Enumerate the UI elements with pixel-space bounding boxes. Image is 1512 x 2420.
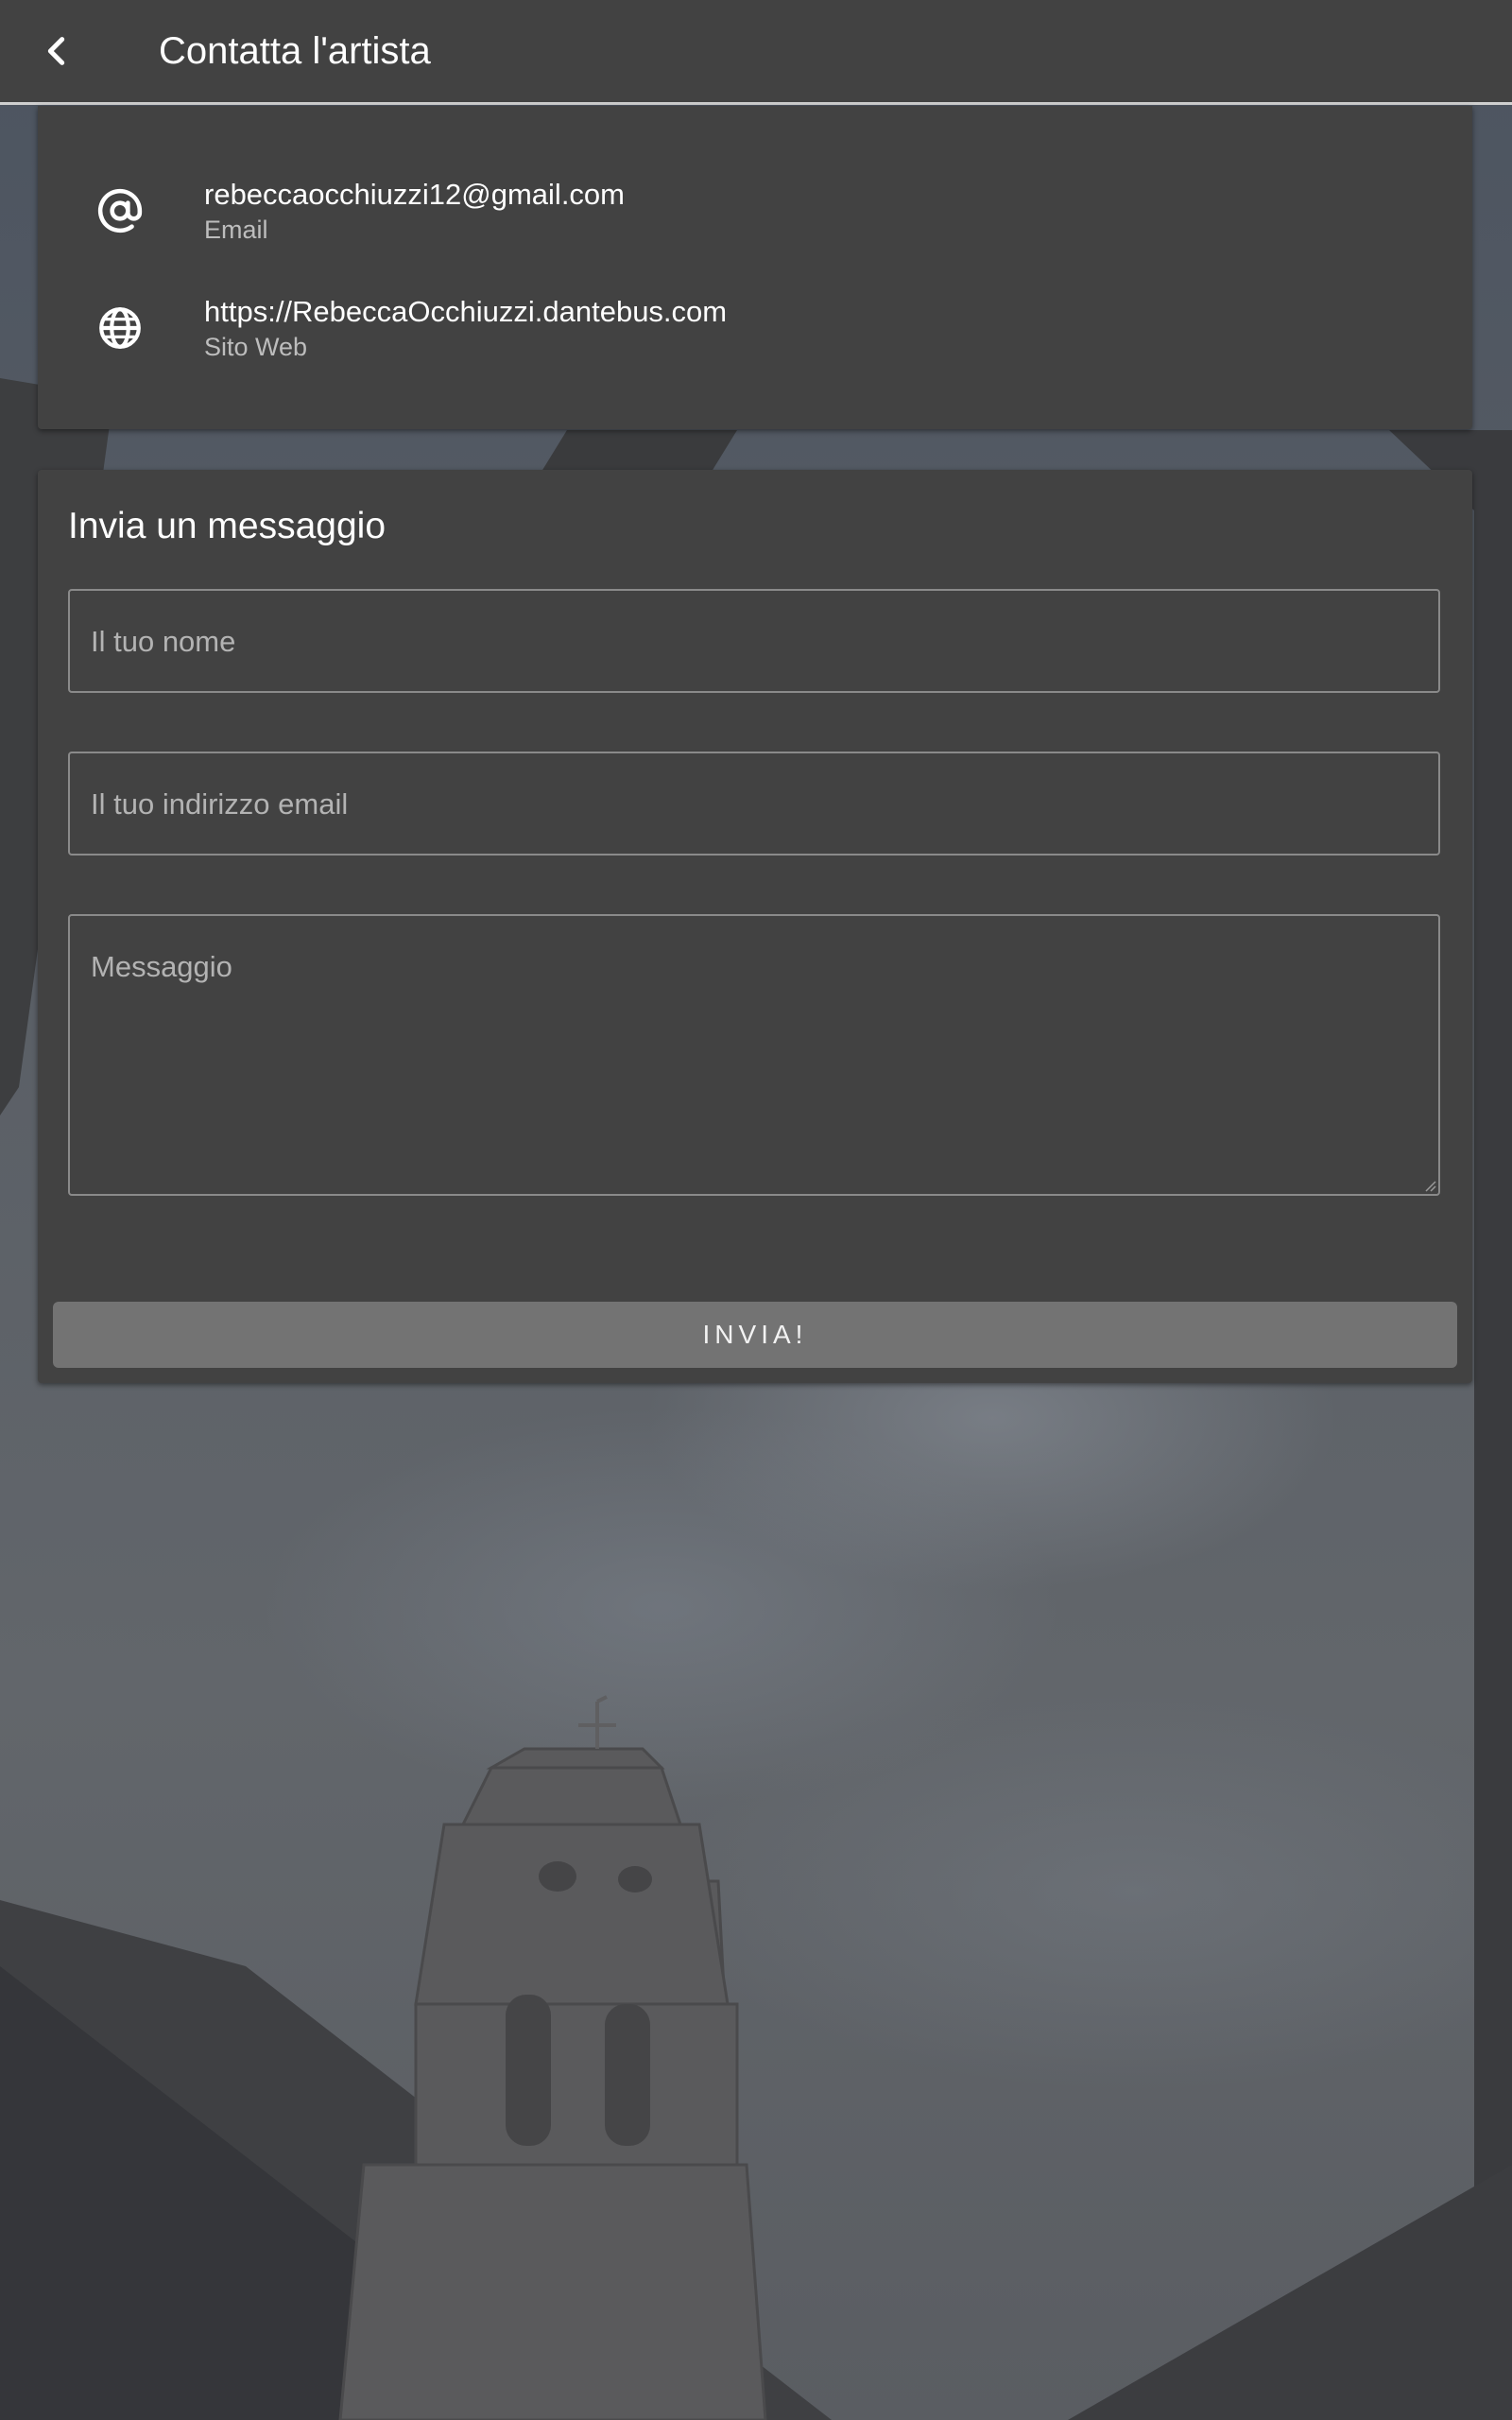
globe-icon: [99, 307, 141, 349]
app-bar: Contatta l'artista: [0, 0, 1512, 105]
form-title: Invia un messaggio: [68, 506, 387, 546]
message-textarea[interactable]: Messaggio: [68, 914, 1440, 1196]
contact-email-row[interactable]: rebeccaocchiuzzi12@gmail.com Email: [38, 178, 1472, 272]
email-input-placeholder: Il tuo indirizzo email: [91, 787, 349, 821]
message-textarea-placeholder: Messaggio: [91, 950, 232, 983]
name-input[interactable]: Il tuo nome: [68, 589, 1440, 693]
contact-info-card: rebeccaocchiuzzi12@gmail.com Email https…: [38, 106, 1472, 429]
contact-website-value[interactable]: https://RebeccaOcchiuzzi.dantebus.com: [204, 295, 727, 329]
contact-email-label: Email: [204, 216, 268, 244]
contact-website-label: Sito Web: [204, 333, 308, 361]
chevron-left-icon: [47, 37, 65, 65]
message-form-card: Invia un messaggio Il tuo nome Il tuo in…: [38, 470, 1472, 1383]
email-input[interactable]: Il tuo indirizzo email: [68, 752, 1440, 856]
contact-email-value[interactable]: rebeccaocchiuzzi12@gmail.com: [204, 178, 625, 212]
back-button[interactable]: [0, 0, 113, 102]
name-input-placeholder: Il tuo nome: [91, 625, 236, 658]
contact-website-row[interactable]: https://RebeccaOcchiuzzi.dantebus.com Si…: [38, 295, 1472, 389]
resize-handle-icon[interactable]: [1423, 1179, 1436, 1192]
at-sign-icon: [97, 188, 143, 233]
send-button[interactable]: INVIA!: [53, 1302, 1457, 1368]
page-title: Contatta l'artista: [159, 29, 431, 72]
